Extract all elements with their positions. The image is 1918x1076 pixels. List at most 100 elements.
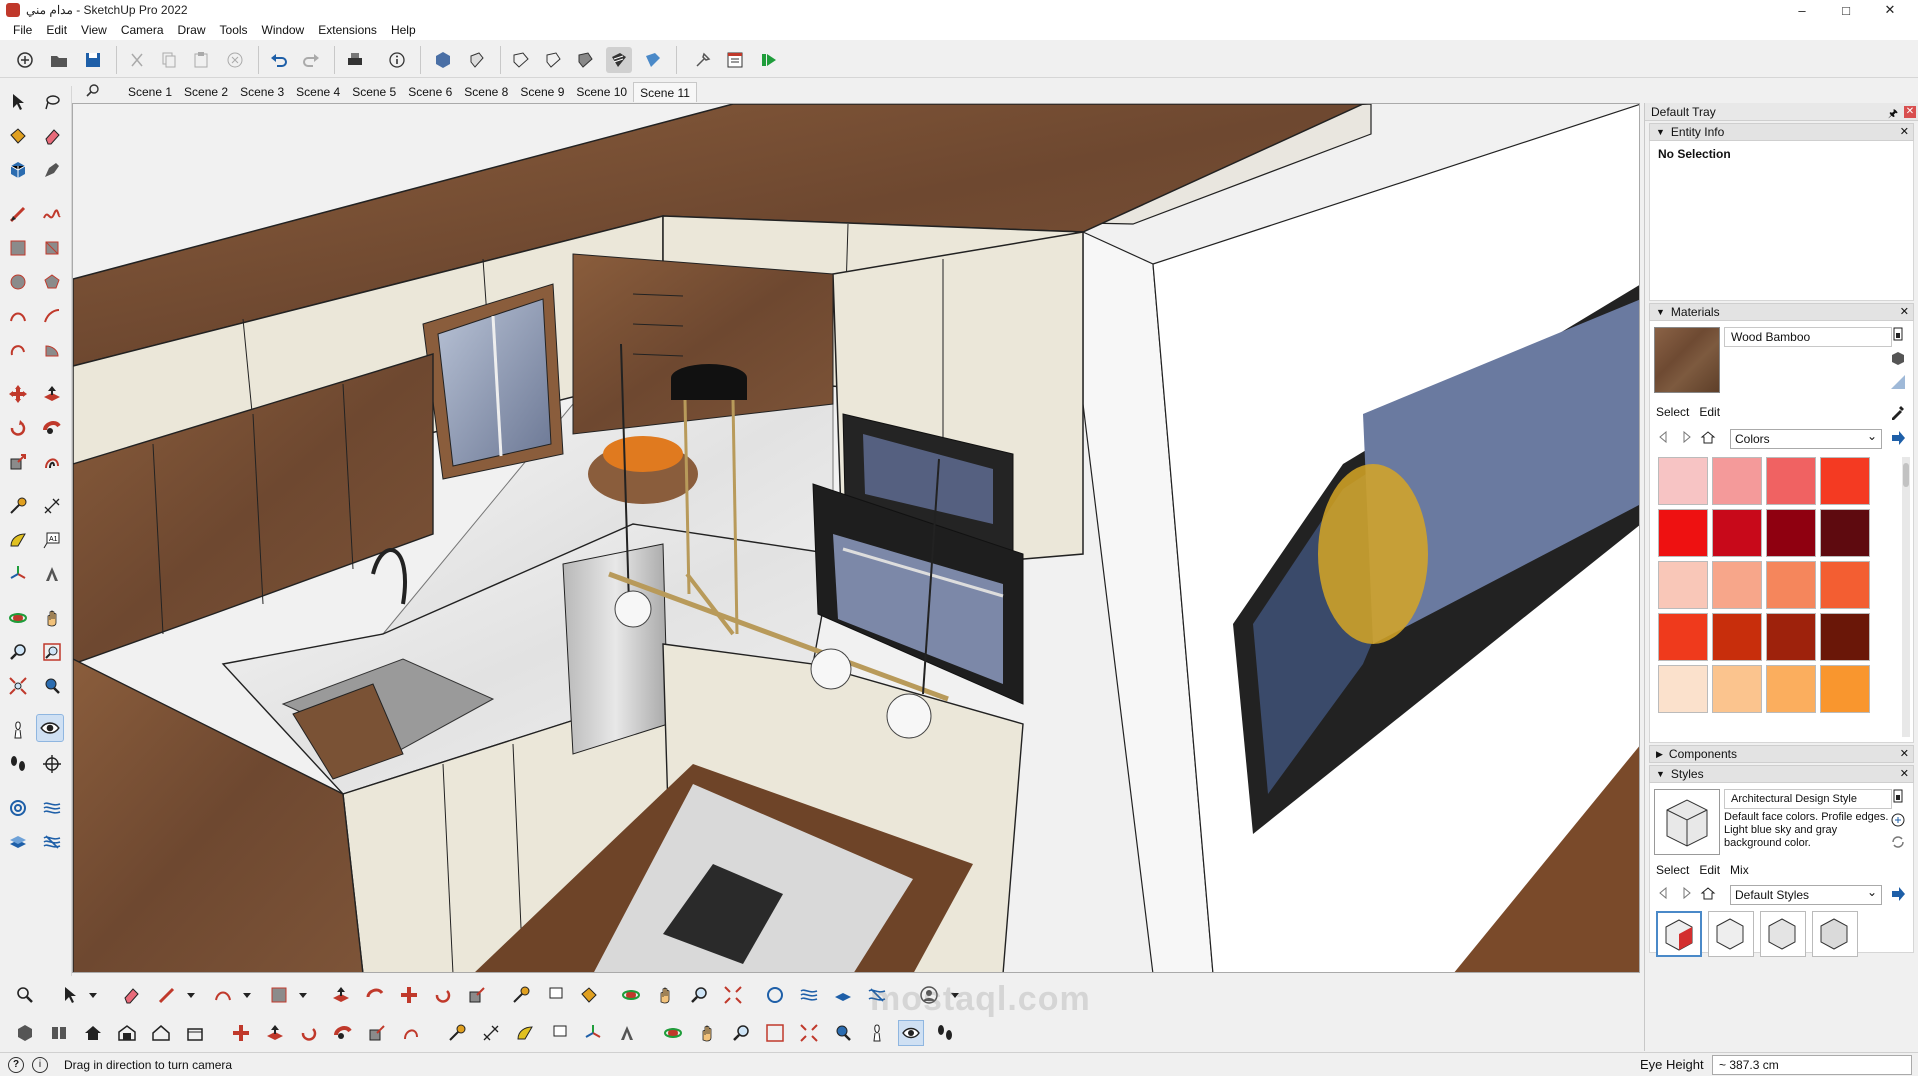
follow-me-tool[interactable] [38,414,66,442]
home-button[interactable] [80,1020,106,1046]
bottom-mesh-button[interactable] [796,982,822,1008]
bottom-stamp-button[interactable] [830,982,856,1008]
walk-tool[interactable] [4,750,32,778]
bottom-rotate-button[interactable] [430,982,456,1008]
monochrome-button[interactable] [640,47,666,73]
bottom-line-button[interactable] [154,982,180,1008]
position-camera-tool[interactable] [4,716,32,744]
bottom-push-pull-button[interactable] [328,982,354,1008]
row2-zoom-button[interactable] [728,1020,754,1046]
row2-text-button[interactable] [546,1020,572,1046]
home-icon[interactable] [1700,429,1716,445]
send-to-layout-button[interactable] [756,47,782,73]
material-library-select[interactable]: Colors [1730,427,1882,449]
maximize-button[interactable]: □ [1826,0,1866,20]
close-panel-icon[interactable]: ✕ [1900,747,1909,760]
row2-offset-button[interactable] [398,1020,424,1046]
color-swatch[interactable] [1820,509,1870,557]
display-secondary-icon[interactable] [1889,325,1907,343]
warehouse-button[interactable] [46,1020,72,1046]
select-tool[interactable] [4,88,32,116]
scene-tab-4[interactable]: Scene 4 [290,82,346,102]
undo-button[interactable] [266,47,292,73]
forward-arrow-icon[interactable] [1678,885,1694,901]
color-swatch[interactable] [1658,665,1708,713]
print-button[interactable] [342,47,368,73]
menu-help[interactable]: Help [384,23,423,37]
pan-tool[interactable] [38,604,66,632]
hidden-line-button[interactable] [572,47,598,73]
color-swatch[interactable] [1820,561,1870,609]
bottom-zoom-button[interactable] [12,982,38,1008]
row2-dimension-button[interactable] [478,1020,504,1046]
polygon-tool[interactable] [38,268,66,296]
offset-tool[interactable] [38,448,66,476]
scene-tab-9[interactable]: Scene 9 [514,82,570,102]
scene-tab-8[interactable]: Scene 8 [458,82,514,102]
row2-push-pull-button[interactable] [262,1020,288,1046]
row2-pan-button[interactable] [694,1020,720,1046]
front-view-button[interactable] [114,1020,140,1046]
material-name-field[interactable]: Wood Bamboo [1724,327,1892,347]
zoom-window-tool[interactable] [38,638,66,666]
arc-tool[interactable] [4,302,32,330]
components-header[interactable]: ▶ Components ✕ [1649,745,1914,763]
back-arrow-icon[interactable] [1656,885,1672,901]
row2-follow-me-button[interactable] [330,1020,356,1046]
rectangle-tool[interactable] [4,234,32,262]
orbit-tool[interactable] [4,604,32,632]
default-material-icon[interactable] [1889,373,1907,391]
color-swatch[interactable] [1766,457,1816,505]
display-secondary-icon[interactable] [1889,787,1907,805]
create-material-icon[interactable] [1889,349,1907,367]
bottom-text-button[interactable] [542,982,568,1008]
tape-measure-tool[interactable] [4,492,32,520]
menu-file[interactable]: File [6,23,39,37]
style-tile[interactable] [1812,911,1858,957]
open-file-button[interactable] [46,47,72,73]
row2-rotate-button[interactable] [296,1020,322,1046]
color-swatch[interactable] [1658,561,1708,609]
bottom-follow-me-button[interactable] [362,982,388,1008]
bottom-move-button[interactable] [396,982,422,1008]
color-swatch[interactable] [1658,613,1708,661]
paste-button[interactable] [188,47,214,73]
scene-tab-6[interactable]: Scene 6 [402,82,458,102]
redo-button[interactable] [298,47,324,73]
bottom-select-button[interactable] [56,982,82,1008]
rotated-rectangle-tool[interactable] [38,234,66,262]
styles-tab-select[interactable]: Select [1656,863,1689,877]
iso-view-button[interactable] [430,47,456,73]
close-window-button[interactable]: ✕ [1870,0,1910,20]
eraser-tool[interactable] [38,122,66,150]
bottom-paint-button[interactable] [576,982,602,1008]
sandbox-from-scratch-tool[interactable] [38,794,66,822]
component-button[interactable] [12,1020,38,1046]
scene-tab-3[interactable]: Scene 3 [234,82,290,102]
close-panel-icon[interactable]: ✕ [1900,767,1909,780]
erase-button[interactable] [222,47,248,73]
entity-info-header[interactable]: ▼ Entity Info ✕ [1649,123,1914,141]
right-view-button[interactable] [148,1020,174,1046]
shaded-textures-button[interactable] [606,47,632,73]
sandbox-from-contours-tool[interactable] [4,794,32,822]
color-swatch[interactable] [1820,665,1870,713]
color-swatch[interactable] [1658,509,1708,557]
pie-tool[interactable] [38,336,66,364]
materials-header[interactable]: ▼ Materials ✕ [1649,303,1914,321]
eyedropper-icon[interactable] [1889,403,1907,421]
copy-button[interactable] [156,47,182,73]
color-swatch[interactable] [1712,613,1762,661]
bottom-arc-button[interactable] [210,982,236,1008]
menu-view[interactable]: View [74,23,114,37]
details-arrow-icon[interactable] [1889,429,1907,447]
materials-tab-select[interactable]: Select [1656,405,1689,419]
three-point-arc-tool[interactable] [4,336,32,364]
row2-axes-button[interactable] [580,1020,606,1046]
cut-button[interactable] [124,47,150,73]
wireframe-button[interactable] [540,47,566,73]
scene-search-icon[interactable] [84,82,102,100]
style-tile[interactable] [1760,911,1806,957]
style-tile[interactable] [1708,911,1754,957]
close-panel-icon[interactable]: ✕ [1900,125,1909,138]
